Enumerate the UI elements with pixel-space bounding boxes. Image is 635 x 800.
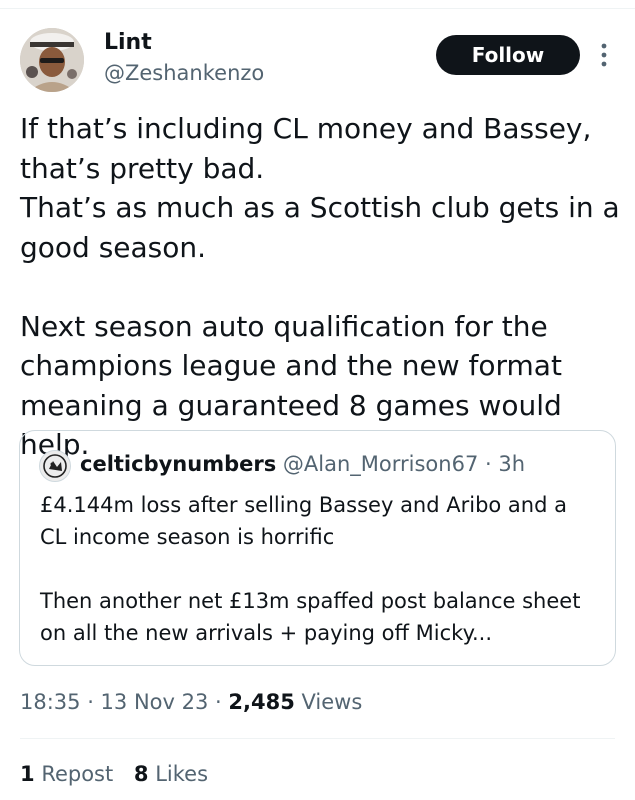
follow-button[interactable]: Follow (436, 35, 580, 75)
reposts-count: 1 (20, 762, 35, 786)
views-count: 2,485 (228, 690, 295, 714)
quote-header: celticbynumbers @Alan_Morrison67 · 3h (80, 452, 525, 476)
likes-count: 8 (133, 762, 149, 786)
tweet-timestamp[interactable]: 18:35 · 13 Nov 23 (20, 690, 208, 714)
views-label: Views (301, 690, 363, 714)
top-divider (0, 8, 635, 9)
meta-separator: · (215, 690, 222, 714)
author-handle[interactable]: @Zeshankenzo (104, 61, 264, 85)
quote-separator: · (485, 452, 492, 476)
quote-author-avatar[interactable] (39, 450, 71, 482)
author-display-name[interactable]: Lint (104, 30, 152, 55)
tweet-text: If that’s including CL money and Bassey,… (20, 112, 620, 461)
reposts-label: Repost (41, 762, 114, 786)
quoted-tweet-card[interactable]: celticbynumbers @Alan_Morrison67 · 3h £4… (19, 430, 616, 666)
reposts-stat[interactable]: 1 Repost (20, 762, 113, 786)
more-vertical-icon[interactable] (596, 38, 612, 72)
tweet-meta: 18:35 · 13 Nov 23 · 2,485 Views (20, 690, 362, 714)
likes-label: Likes (155, 762, 209, 786)
quote-timestamp[interactable]: 3h (498, 452, 525, 476)
author-avatar[interactable] (20, 28, 84, 92)
likes-stat[interactable]: 8 Likes (134, 762, 208, 786)
quote-author-handle[interactable]: @Alan_Morrison67 (283, 452, 478, 476)
engagement-stats: 1 Repost 8 Likes (20, 762, 208, 786)
quote-author-name[interactable]: celticbynumbers (80, 452, 276, 476)
stats-divider (20, 738, 615, 739)
quote-text: £4.144m loss after selling Bassey and Ar… (40, 493, 581, 645)
